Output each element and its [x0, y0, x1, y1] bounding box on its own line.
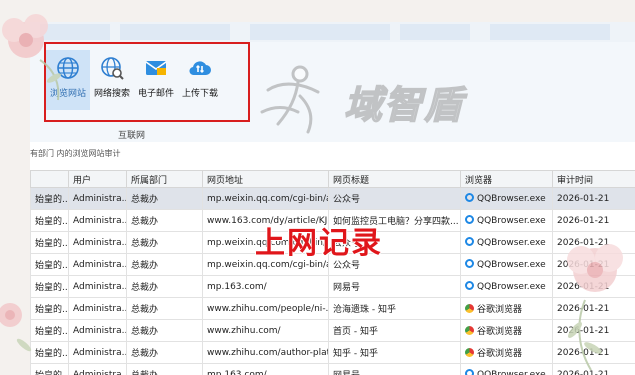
- user-cell: Administra...: [68, 275, 127, 298]
- url-cell: mp.163.com/: [202, 275, 329, 298]
- page-title-cell: 沧海遗珠 - 知乎: [328, 297, 461, 320]
- url-cell: www.zhihu.com/author-platf...: [202, 341, 329, 364]
- department-cell: 总裁办: [126, 363, 203, 375]
- department-cell: 总裁办: [126, 297, 203, 320]
- chrome-icon: [465, 326, 474, 335]
- browser-name: 谷歌浏览器: [477, 305, 523, 315]
- department-cell: 总裁办: [126, 275, 203, 298]
- table-header-row: 用户 所属部门 网页地址 网页标题 浏览器 审计时间: [30, 170, 635, 188]
- browser-cell: 谷歌浏览器: [460, 319, 553, 342]
- chrome-icon: [465, 304, 474, 313]
- user-cell: Administra...: [68, 297, 127, 320]
- row-prefix-cell: 始皇的...: [30, 231, 69, 254]
- page-title-cell: 公众号: [328, 187, 461, 210]
- browser-cell: QQBrowser.exe: [460, 363, 553, 375]
- column-header[interactable]: 网页标题: [328, 170, 461, 188]
- flower-decoration-icon: [0, 303, 32, 352]
- row-prefix-cell: 始皇的...: [30, 209, 69, 232]
- browser-name: 谷歌浏览器: [477, 327, 523, 337]
- browser-name: QQBrowser.exe: [477, 260, 546, 270]
- column-header[interactable]: 用户: [68, 170, 127, 188]
- url-cell: mp.weixin.qq.com/cgi-bin/a...: [202, 187, 329, 210]
- browser-cell: QQBrowser.exe: [460, 231, 553, 254]
- watermark-logo: 域智盾: [248, 62, 478, 142]
- window-tab[interactable]: [120, 24, 230, 40]
- qqbrowser-icon: [465, 237, 474, 246]
- watermark-text: 域智盾: [343, 82, 465, 128]
- page-title-cell: 首页 - 知乎: [328, 319, 461, 342]
- user-cell: Administra...: [68, 341, 127, 364]
- browser-name: QQBrowser.exe: [477, 370, 546, 375]
- url-cell: mp.163.com/: [202, 363, 329, 375]
- browser-cell: QQBrowser.exe: [460, 275, 553, 298]
- browser-cell: QQBrowser.exe: [460, 209, 553, 232]
- audit-description: 有部门 内的浏览网站审计: [30, 149, 121, 158]
- column-header[interactable]: 所属部门: [126, 170, 203, 188]
- user-cell: Administra...: [68, 187, 127, 210]
- qqbrowser-icon: [465, 259, 474, 268]
- browser-name: QQBrowser.exe: [477, 216, 546, 226]
- logo-mark-icon: [260, 65, 320, 134]
- url-cell: www.zhihu.com/people/ni-...: [202, 297, 329, 320]
- window-tab[interactable]: [250, 24, 390, 40]
- title-strip: [30, 22, 635, 42]
- browser-cell: 谷歌浏览器: [460, 341, 553, 364]
- department-cell: 总裁办: [126, 187, 203, 210]
- department-cell: 总裁办: [126, 231, 203, 254]
- audit-time-cell: 2026-01-21: [552, 187, 635, 210]
- flower-decoration-icon: [2, 14, 62, 101]
- overlay-title: 上网记录: [254, 225, 383, 262]
- column-header[interactable]: 审计时间: [552, 170, 635, 188]
- column-header[interactable]: 浏览器: [460, 170, 553, 188]
- flower-decoration-icon: [567, 244, 623, 371]
- qqbrowser-icon: [465, 369, 474, 375]
- department-cell: 总裁办: [126, 319, 203, 342]
- user-cell: Administra...: [68, 363, 127, 375]
- column-header[interactable]: [30, 170, 69, 188]
- row-prefix-cell: 始皇的...: [30, 187, 69, 210]
- column-header[interactable]: 网页地址: [202, 170, 329, 188]
- qqbrowser-icon: [465, 281, 474, 290]
- user-cell: Administra...: [68, 231, 127, 254]
- page-title-cell: 网易号: [328, 275, 461, 298]
- department-cell: 总裁办: [126, 253, 203, 276]
- browser-cell: 谷歌浏览器: [460, 297, 553, 320]
- department-cell: 总裁办: [126, 209, 203, 232]
- browser-name: QQBrowser.exe: [477, 194, 546, 204]
- browser-name: QQBrowser.exe: [477, 238, 546, 248]
- browser-cell: QQBrowser.exe: [460, 187, 553, 210]
- ribbon-group-label: 互联网: [118, 131, 146, 141]
- browser-cell: QQBrowser.exe: [460, 253, 553, 276]
- user-cell: Administra...: [68, 319, 127, 342]
- department-cell: 总裁办: [126, 341, 203, 364]
- qqbrowser-icon: [465, 193, 474, 202]
- user-cell: Administra...: [68, 253, 127, 276]
- browser-name: QQBrowser.exe: [477, 282, 546, 292]
- page-title-cell: 知乎 - 知乎: [328, 341, 461, 364]
- window-tab[interactable]: [490, 24, 610, 40]
- url-cell: www.zhihu.com/: [202, 319, 329, 342]
- chrome-icon: [465, 348, 474, 357]
- row-prefix-cell: 始皇的...: [30, 253, 69, 276]
- user-cell: Administra...: [68, 209, 127, 232]
- page-title-cell: 网易号: [328, 363, 461, 375]
- window-tab[interactable]: [400, 24, 470, 40]
- browser-name: 谷歌浏览器: [477, 349, 523, 359]
- qqbrowser-icon: [465, 215, 474, 224]
- audit-time-cell: 2026-01-21: [552, 209, 635, 232]
- table-row[interactable]: 始皇的... Administra... 总裁办 mp.weixin.qq.com/c…: [30, 187, 635, 210]
